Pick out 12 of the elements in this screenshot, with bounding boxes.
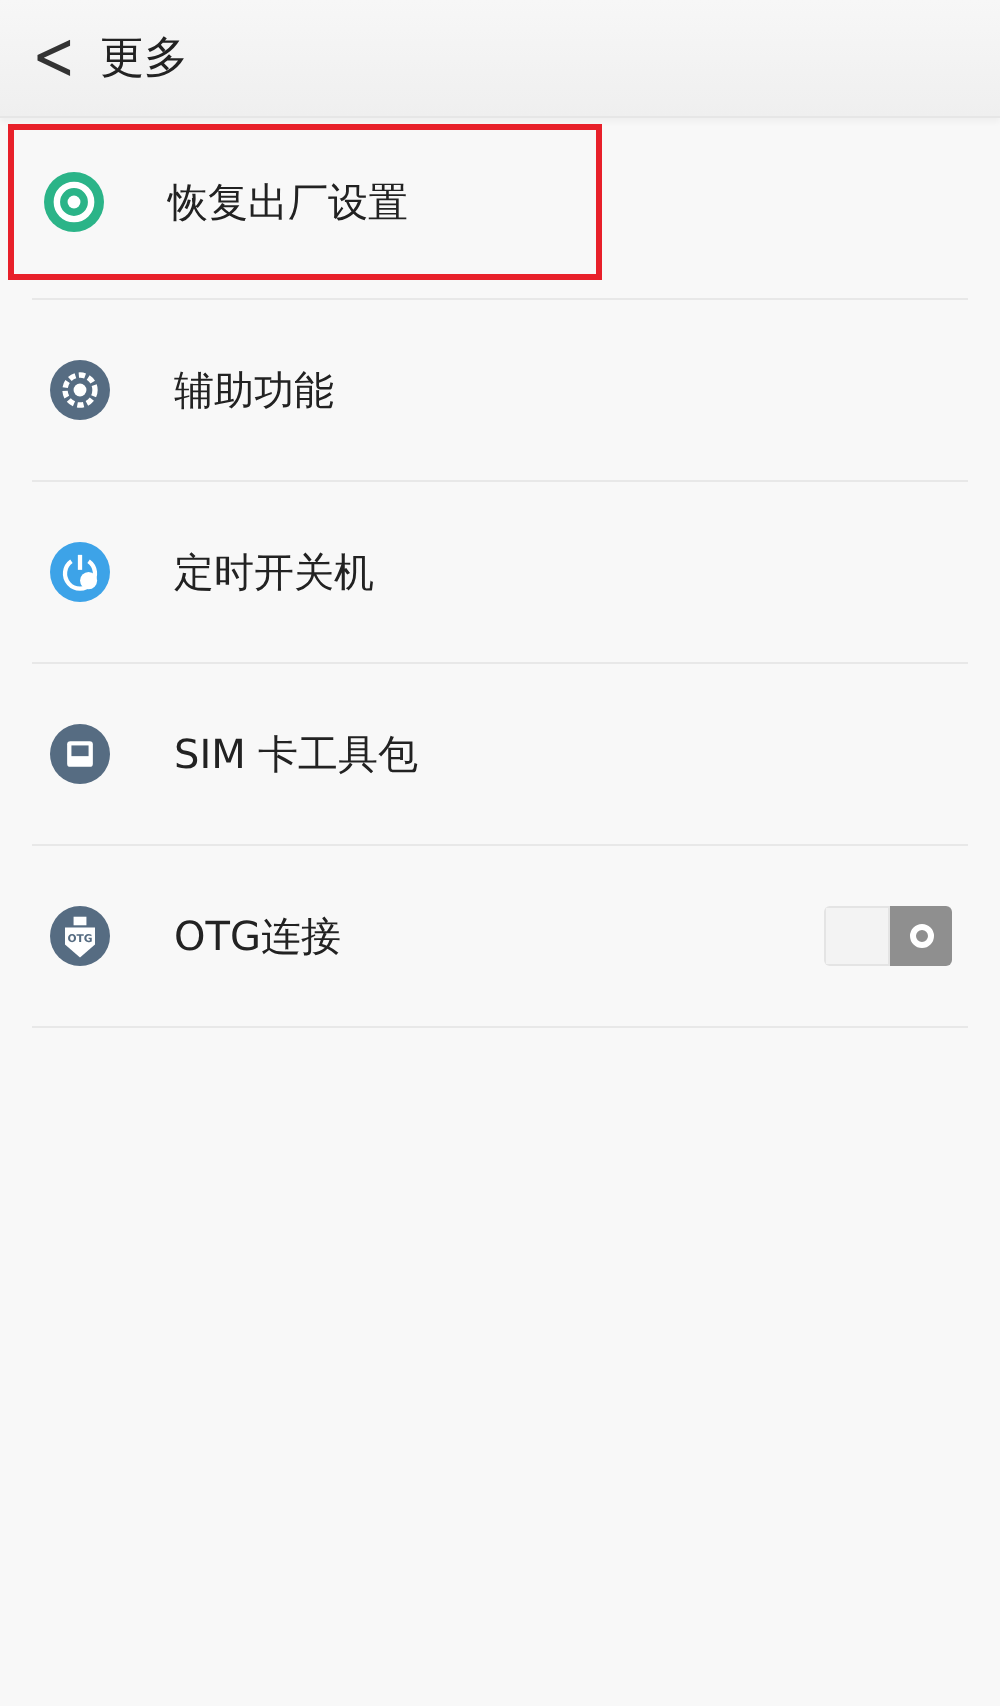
- setting-icon: [44, 172, 104, 232]
- page-title: 更多: [99, 32, 188, 88]
- setting-label[interactable]: SIM 卡工具包: [174, 727, 419, 781]
- setting-icon: [50, 724, 110, 784]
- setting-label[interactable]: 定时开关机: [174, 545, 374, 599]
- setting-icon: [50, 542, 110, 602]
- setting-icon: [50, 360, 110, 420]
- setting-label[interactable]: OTG连接: [174, 909, 341, 963]
- setting-label[interactable]: 恢复出厂设置: [168, 175, 408, 229]
- toggle-switch[interactable]: [824, 906, 952, 966]
- back-button[interactable]: <: [20, 19, 88, 97]
- setting-label[interactable]: 辅助功能: [174, 363, 334, 417]
